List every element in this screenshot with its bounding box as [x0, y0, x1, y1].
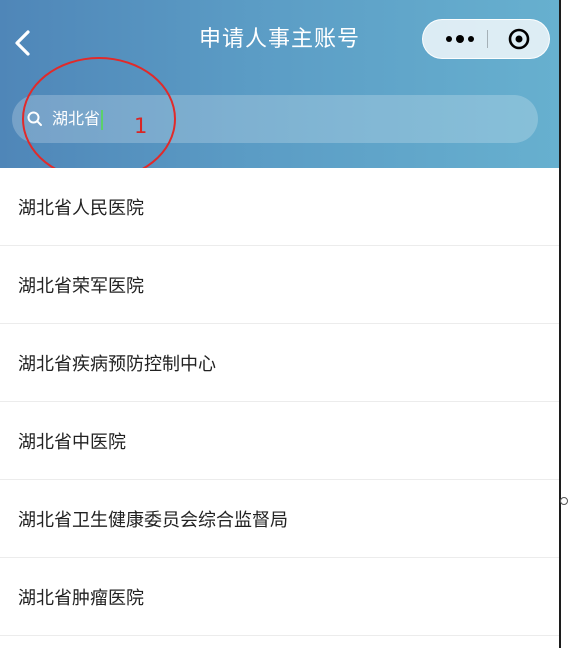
close-button[interactable] [501, 20, 541, 58]
list-item-label: 湖北省人民医院 [18, 197, 144, 219]
text-caret [101, 109, 104, 130]
list-item[interactable]: 湖北省肿瘤医院 [0, 558, 559, 636]
list-item-label: 湖北省荣军医院 [18, 275, 144, 297]
list-item-label: 湖北省卫生健康委员会综合监督局 [18, 509, 288, 531]
list-item[interactable]: 湖北省中医院 [0, 402, 559, 480]
mini-program-window: 申请人事主账号 湖北省 1 湖北省人民医院 湖北省荣军医院 湖北省疾病预防控制中… [0, 0, 559, 648]
more-dots-icon [446, 35, 474, 43]
more-button[interactable] [437, 20, 483, 58]
list-item-label: 湖北省中医院 [18, 431, 126, 453]
capsule-divider [487, 30, 488, 48]
search-value: 湖北省 [52, 105, 104, 133]
list-item-label: 湖北省肿瘤医院 [18, 587, 144, 609]
window-edge [559, 0, 561, 648]
list-item[interactable]: 湖北省卫生健康委员会综合监督局 [0, 480, 559, 558]
capsule-menu [422, 19, 550, 59]
list-item[interactable]: 湖北省疾病预防控制中心 [0, 324, 559, 402]
target-circle-icon [508, 28, 530, 50]
list-item[interactable]: 湖北省荣军医院 [0, 246, 559, 324]
annotation-number: 1 [134, 114, 148, 138]
list-item[interactable]: 湖北省人民医院 [0, 168, 559, 246]
header-bar: 申请人事主账号 湖北省 [0, 0, 559, 168]
search-input[interactable]: 湖北省 [12, 95, 538, 143]
results-list: 湖北省人民医院 湖北省荣军医院 湖北省疾病预防控制中心 湖北省中医院 湖北省卫生… [0, 168, 559, 636]
list-item-label: 湖北省疾病预防控制中心 [18, 353, 216, 375]
search-icon [27, 111, 42, 126]
resize-handle[interactable] [560, 497, 568, 505]
